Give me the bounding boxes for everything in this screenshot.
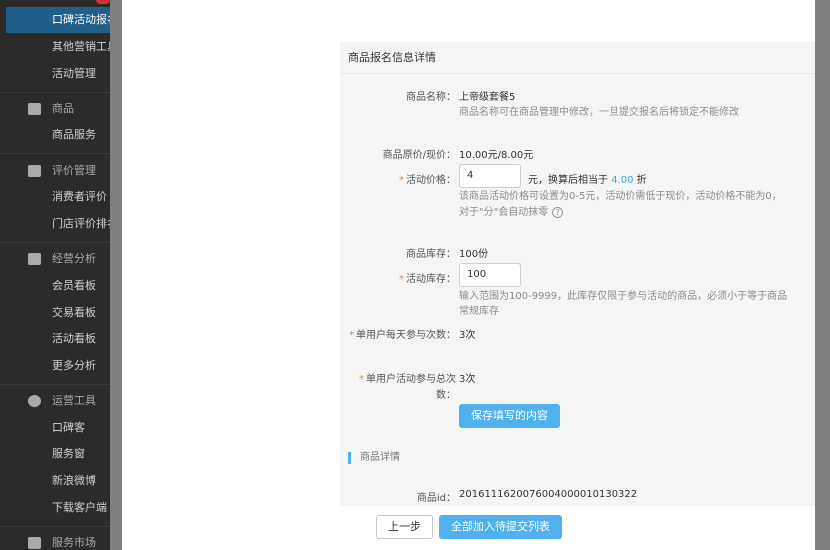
registration-modal: 商品报名信息详情 商品名称： 上帝级套餐5 商品名称可在商品管理中修改，一旦提交… — [122, 0, 815, 550]
activity-price-label-text: 活动价格： — [406, 175, 456, 186]
sidebar-group-service-market[interactable]: 服务市场 — [0, 530, 110, 550]
discount-value: 4.00 — [611, 175, 634, 186]
add-all-to-queue-button[interactable]: 全部加入待提交列表 — [439, 515, 562, 539]
modal-footer: 上一步 全部加入待提交列表 — [122, 506, 815, 550]
sidebar-group-goods[interactable]: 商品 — [0, 96, 110, 122]
sidebar-item-activity-board[interactable]: 活动看板 — [0, 326, 110, 352]
section-marker — [348, 452, 351, 464]
product-id-label: 商品id： — [416, 493, 456, 504]
sidebar-divider — [0, 384, 110, 385]
save-button[interactable]: 保存填写的内容 — [459, 404, 560, 428]
question-icon[interactable]: ? — [552, 206, 564, 218]
sidebar-divider — [0, 153, 110, 154]
product-name-value: 上帝级套餐5 — [459, 92, 516, 103]
stock-value: 100份 — [459, 249, 489, 260]
sidebar-item-activity-management[interactable]: 活动管理 — [0, 61, 110, 87]
activity-stock-hint-line2: 常规库存 — [459, 306, 499, 317]
sidebar-divider — [0, 92, 110, 93]
sidebar-item-weibo[interactable]: 新浪微博 — [0, 468, 110, 494]
sidebar-item-koubei-activity[interactable]: 口碑活动报名 — [6, 7, 110, 33]
sidebar-item-koubeike[interactable]: 口碑客 — [0, 415, 110, 441]
total-limit-label-line2: 数： — [436, 390, 456, 401]
sidebar-group-reviews[interactable]: 评价管理 — [0, 158, 110, 184]
total-limit-label-line1: 单用户活动参与总次 — [366, 374, 456, 385]
chart-icon — [28, 253, 41, 265]
gear-icon — [28, 395, 41, 407]
sidebar-item-trade-board[interactable]: 交易看板 — [0, 300, 110, 326]
sidebar-divider — [0, 242, 110, 243]
sidebar-item-member-board[interactable]: 会员看板 — [0, 273, 110, 299]
required-mark: * — [349, 330, 354, 341]
activity-stock-input[interactable]: 100 — [459, 263, 521, 287]
total-limit-label: * 单用户活动参与总次 — [340, 370, 456, 385]
sidebar-item-service-window[interactable]: 服务窗 — [0, 441, 110, 467]
daily-limit-label: * 单用户每天参与次数： — [340, 326, 456, 341]
sidebar-group-label: 经营分析 — [52, 252, 96, 265]
sidebar-group-analysis[interactable]: 经营分析 — [0, 246, 110, 272]
shop-icon — [28, 537, 41, 549]
notification-badge — [96, 0, 110, 4]
total-limit-value: 3次 — [459, 374, 476, 385]
activity-price-hint-line2: 对于"分"会自动抹零? — [459, 205, 564, 221]
check-icon — [28, 165, 41, 177]
sidebar-item-other-marketing[interactable]: 其他营销工具 — [0, 34, 110, 60]
required-mark: * — [399, 175, 404, 186]
sidebar-group-label: 服务市场 — [52, 536, 96, 549]
product-detail-section-title: 商品详情 — [360, 452, 400, 463]
price-label: 商品原价/现价： — [382, 150, 456, 161]
discount-suffix: 折 — [636, 175, 647, 186]
product-name-label: 商品名称： — [406, 92, 456, 103]
activity-stock-label: * 活动库存： — [340, 270, 456, 285]
activity-price-hint-line1: 该商品活动价格可设置为0-5元，活动价需低于现价，活动价格不能为0， — [459, 191, 782, 202]
sidebar-item-download-client[interactable]: 下载客户端 — [0, 495, 110, 521]
sidebar-divider — [0, 526, 110, 527]
required-mark: * — [359, 374, 364, 385]
activity-price-label: * 活动价格： — [340, 171, 456, 186]
required-mark: * — [399, 274, 404, 285]
product-name-hint: 商品名称可在商品管理中修改，一旦提交报名后将锁定不能修改 — [459, 107, 739, 118]
product-id-value: 20161116200760040000101303​22 — [459, 489, 638, 500]
sidebar-group-ops-tools[interactable]: 运营工具 — [0, 388, 110, 414]
sidebar-item-more-analysis[interactable]: 更多分析 — [0, 353, 110, 379]
sidebar-group-label: 评价管理 — [52, 164, 96, 177]
price-value: 10.00元/8.00元 — [459, 150, 534, 161]
stock-label: 商品库存： — [406, 249, 456, 260]
sidebar-group-label: 运营工具 — [52, 394, 96, 407]
activity-stock-label-text: 活动库存： — [406, 274, 456, 285]
discount-prefix: 元，换算后相当于 — [528, 175, 608, 186]
previous-step-button[interactable]: 上一步 — [376, 515, 433, 539]
activity-price-input[interactable]: 4 — [459, 164, 521, 188]
discount-text: 元，换算后相当于 4.00 折 — [528, 171, 647, 186]
sidebar: 口碑活动报名 其他营销工具 活动管理 商品 商品服务 评价管理 消费者评价 门店… — [0, 0, 110, 550]
sidebar-item-store-ranking[interactable]: 门店评价排名 — [0, 211, 110, 237]
envelope-icon — [28, 103, 41, 115]
activity-price-hint-text: 对于"分"会自动抹零 — [459, 207, 549, 218]
sidebar-group-label: 商品 — [52, 102, 74, 115]
goods-registration-panel: 商品报名信息详情 商品名称： 上帝级套餐5 商品名称可在商品管理中修改，一旦提交… — [340, 42, 815, 506]
activity-stock-hint-line1: 输入范围为100-9999，此库存仅限于参与活动的商品，必须小于等于商品 — [459, 291, 788, 302]
panel-title: 商品报名信息详情 — [340, 42, 815, 74]
daily-limit-value: 3次 — [459, 330, 476, 341]
sidebar-item-consumer-reviews[interactable]: 消费者评价 — [0, 184, 110, 210]
sidebar-item-goods-service[interactable]: 商品服务 — [0, 122, 110, 148]
daily-limit-label-text: 单用户每天参与次数： — [356, 330, 456, 341]
